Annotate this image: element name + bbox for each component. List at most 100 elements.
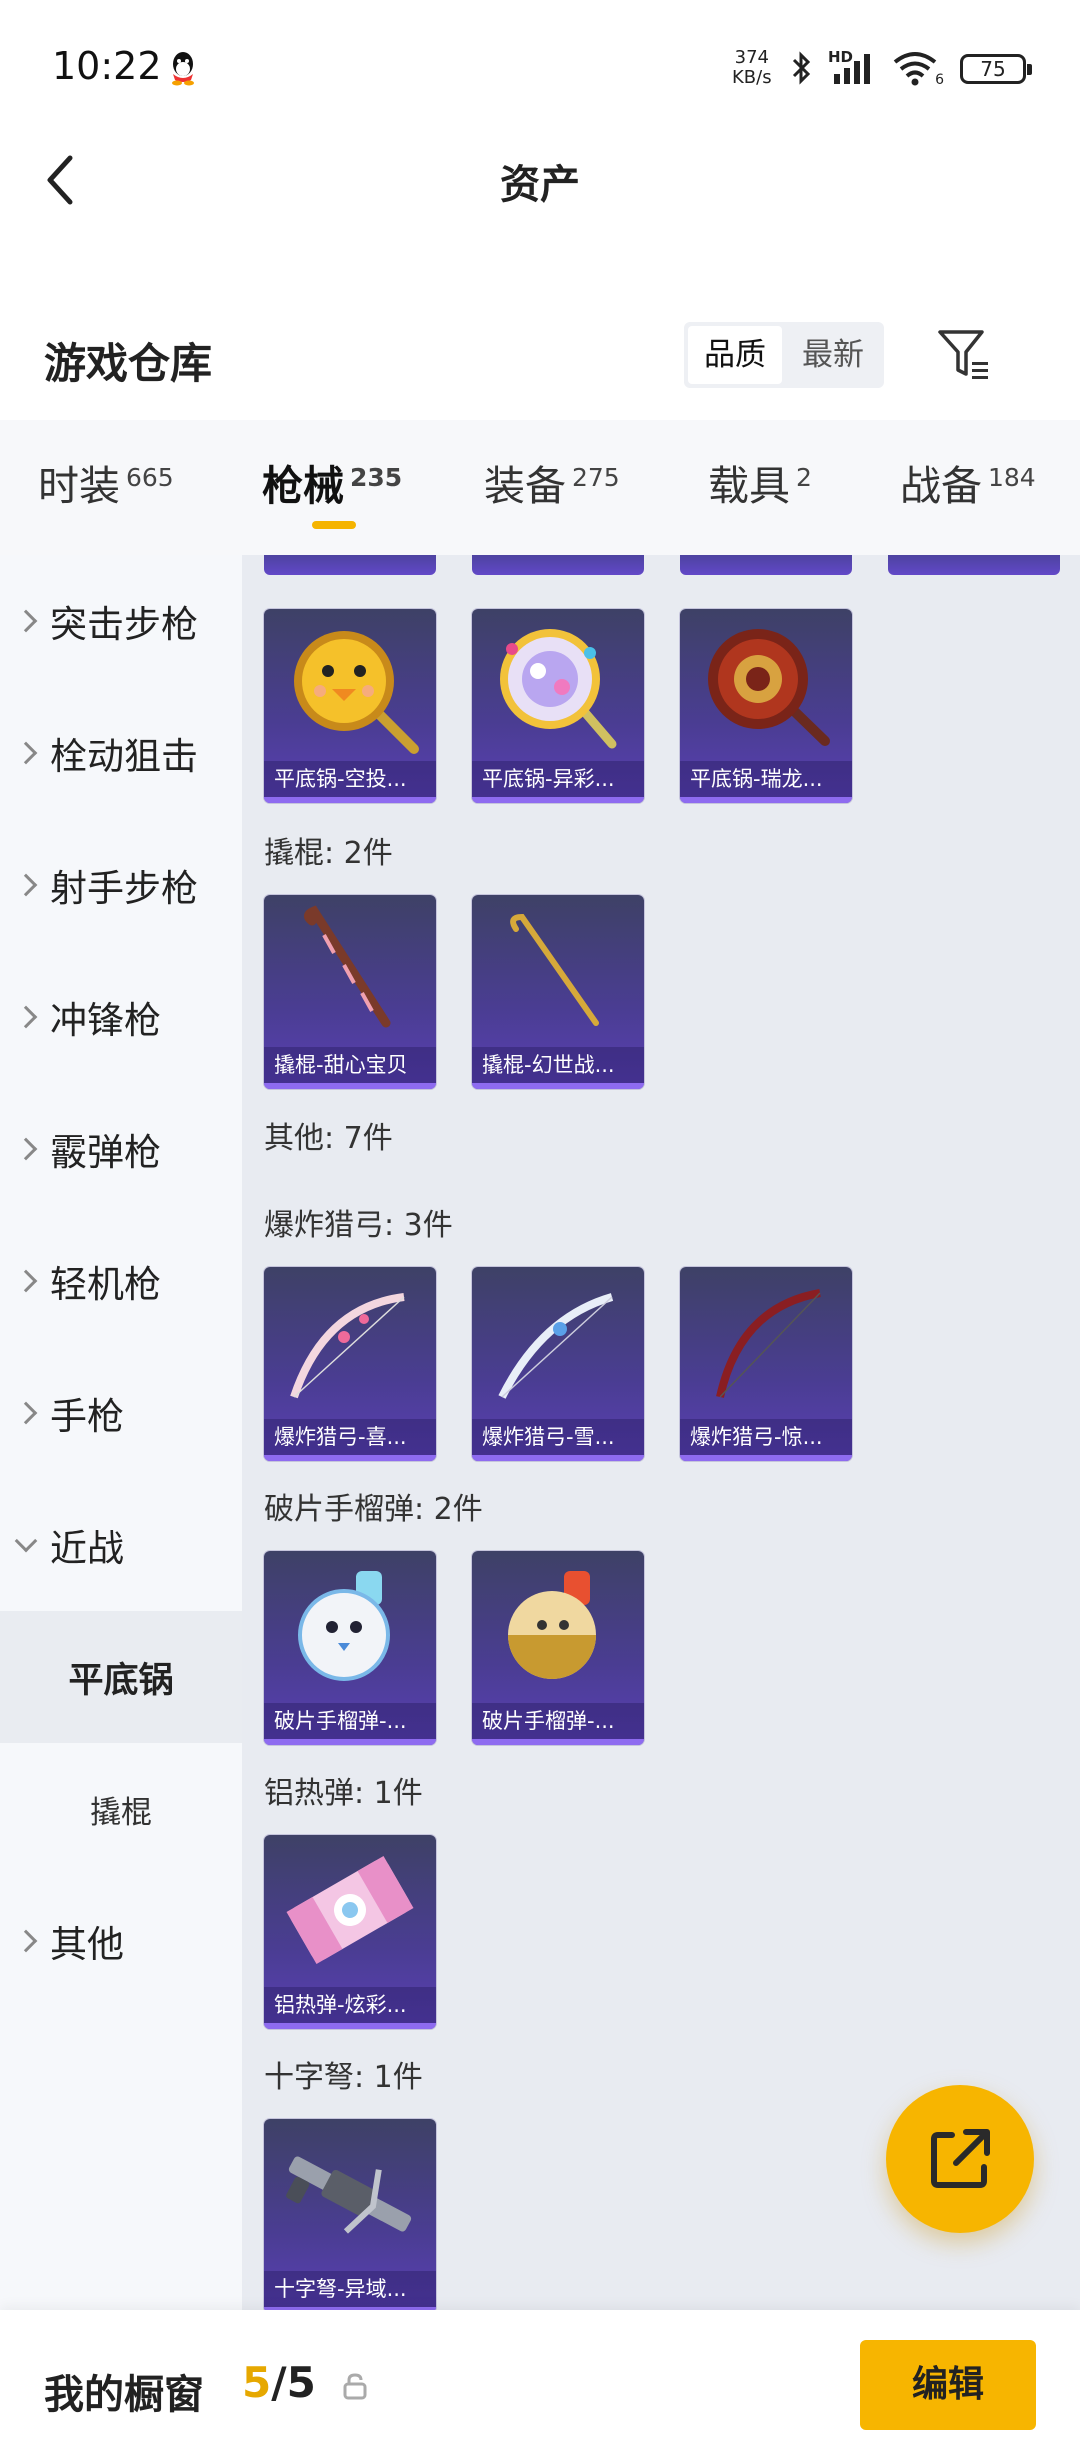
- showcase-count: 5/5: [242, 2358, 316, 2407]
- section-header-other: 其他: 7件: [264, 1121, 393, 1156]
- sidebar-item-label: 手枪: [50, 1395, 124, 1438]
- rarity-bar: [680, 797, 852, 803]
- item-card[interactable]: 撬棍-幻世战...: [472, 895, 644, 1089]
- tab-count: 275: [572, 463, 620, 492]
- bluetooth-icon: [792, 51, 811, 85]
- item-name: 爆炸猎弓-雪...: [472, 1419, 644, 1455]
- network-speed: 374 KB/s: [732, 48, 772, 88]
- tab-count: 235: [350, 463, 403, 492]
- chevron-right-icon: [14, 1137, 38, 1161]
- warehouse-header: 游戏仓库 品质 最新: [0, 300, 1080, 420]
- sidebar-item-label: 栓动狙击: [50, 735, 198, 778]
- bow-snow-image: [498, 1293, 614, 1399]
- item-card[interactable]: 爆炸猎弓-喜...: [264, 1267, 436, 1461]
- net-speed-unit: KB/s: [732, 67, 772, 88]
- tab-equipment[interactable]: 装备 275: [484, 452, 620, 512]
- chevron-right-icon: [14, 1005, 38, 1029]
- item-name: 爆炸猎弓-喜...: [264, 1419, 436, 1455]
- lock-icon: [343, 2373, 367, 2400]
- item-card[interactable]: 平底锅-异彩...: [472, 609, 644, 803]
- sidebar-subitem-crowbar[interactable]: 撬棍: [0, 1743, 242, 1875]
- grenade-bird-image: [298, 1571, 390, 1681]
- page-title: 资产: [500, 162, 580, 208]
- battery-indicator: 75: [960, 54, 1032, 84]
- crossbow-exotic-image: [286, 2156, 412, 2234]
- item-card[interactable]: 铝热弹-炫彩...: [264, 1835, 436, 2029]
- status-time: 10:22: [52, 44, 162, 88]
- item-card-partial[interactable]: [680, 555, 852, 575]
- item-card-partial[interactable]: [888, 555, 1060, 575]
- item-card[interactable]: 平底锅-瑞龙...: [680, 609, 852, 803]
- item-name: 撬棍-幻世战...: [472, 1047, 644, 1083]
- sort-toggle: 品质 最新: [684, 322, 884, 388]
- tab-vehicles[interactable]: 载具 2: [708, 452, 812, 512]
- qq-icon: [172, 52, 194, 86]
- rarity-bar: [264, 1455, 436, 1461]
- rarity-bar: [472, 1739, 644, 1745]
- wifi-icon: 6: [892, 50, 944, 88]
- bow-dark-image: [716, 1289, 821, 1398]
- item-card[interactable]: 十字弩-异域...: [264, 2119, 436, 2310]
- item-card-partial[interactable]: [472, 555, 644, 575]
- chevron-right-icon: [14, 1269, 38, 1293]
- share-fab-button[interactable]: [886, 2085, 1034, 2233]
- tab-label: 载具: [708, 462, 790, 510]
- sidebar-item-label: 霰弹枪: [50, 1131, 161, 1174]
- pan-colorful-image: [500, 629, 617, 749]
- sidebar-item-shotgun[interactable]: 霰弹枪: [0, 1083, 242, 1215]
- tab-count: 665: [126, 463, 174, 492]
- rarity-bar: [264, 1083, 436, 1089]
- sidebar-item-label: 撬棍: [90, 1794, 152, 1831]
- item-card-partial[interactable]: [264, 555, 436, 575]
- rarity-bar: [264, 797, 436, 803]
- sidebar-item-assault-rifle[interactable]: 突击步枪: [0, 555, 242, 687]
- sidebar-item-other[interactable]: 其他: [0, 1875, 242, 2007]
- sidebar-item-lmg[interactable]: 轻机枪: [0, 1215, 242, 1347]
- tab-fashion[interactable]: 时装 665: [38, 452, 174, 512]
- sort-latest-button[interactable]: 最新: [786, 322, 880, 388]
- chevron-right-icon: [14, 741, 38, 765]
- item-card[interactable]: 爆炸猎弓-雪...: [472, 1267, 644, 1461]
- tab-battle-prep[interactable]: 战备 184: [900, 452, 1036, 512]
- rarity-bar: [472, 1083, 644, 1089]
- item-name: 爆炸猎弓-惊...: [680, 1419, 852, 1455]
- chevron-down-icon: [14, 1529, 38, 1553]
- page-header: 资产: [0, 130, 1080, 230]
- item-name: 破片手榴弹-...: [264, 1703, 436, 1739]
- crowbar-sweetheart-image: [304, 905, 391, 1028]
- item-card[interactable]: 破片手榴弹-...: [264, 1551, 436, 1745]
- tab-label: 枪械: [262, 462, 344, 510]
- sidebar-subitem-pan[interactable]: 平底锅: [0, 1611, 242, 1743]
- sidebar-item-pistol[interactable]: 手枪: [0, 1347, 242, 1479]
- item-name: 十字弩-异域...: [264, 2271, 436, 2307]
- item-card[interactable]: 撬棍-甜心宝贝: [264, 895, 436, 1089]
- sidebar-item-marksman-rifle[interactable]: 射手步枪: [0, 819, 242, 951]
- showcase-used: 5: [242, 2358, 272, 2407]
- item-card[interactable]: 破片手榴弹-...: [472, 1551, 644, 1745]
- filter-icon[interactable]: [936, 326, 994, 384]
- showcase-total: 5: [286, 2358, 316, 2407]
- status-bar: 10:22 374 KB/s HD 6 75: [0, 0, 1080, 130]
- wifi-label: 6: [935, 72, 944, 88]
- tab-firearms[interactable]: 枪械 235: [262, 452, 402, 512]
- grenade-gold-image: [508, 1571, 596, 1679]
- item-card[interactable]: 爆炸猎弓-惊...: [680, 1267, 852, 1461]
- sidebar-item-label: 冲锋枪: [50, 999, 161, 1042]
- sidebar-item-label: 其他: [50, 1923, 124, 1966]
- item-card[interactable]: 平底锅-空投...: [264, 609, 436, 803]
- pan-dragon-image: [708, 629, 830, 746]
- pan-chick-image: [294, 631, 419, 754]
- assets-page: 10:22 374 KB/s HD 6 75 资产 游戏仓库 品质 最新 时装 …: [0, 0, 1080, 2460]
- tab-count: 184: [988, 463, 1036, 492]
- sidebar-item-label: 突击步枪: [50, 603, 198, 646]
- item-name: 平底锅-异彩...: [472, 761, 644, 797]
- category-tabs: 时装 665 枪械 235 装备 275 载具 2 战备 184: [0, 420, 1080, 555]
- status-icons: HD 6: [788, 48, 944, 88]
- edit-button[interactable]: 编辑: [860, 2340, 1036, 2430]
- sort-quality-button[interactable]: 品质: [688, 326, 782, 384]
- showcase-bar: 我的橱窗 5/5 编辑: [0, 2310, 1080, 2460]
- section-header-thermite: 铝热弹: 1件: [264, 1776, 423, 1811]
- sidebar-item-bolt-sniper[interactable]: 栓动狙击: [0, 687, 242, 819]
- sidebar-item-smg[interactable]: 冲锋枪: [0, 951, 242, 1083]
- sidebar-item-melee[interactable]: 近战: [0, 1479, 242, 1611]
